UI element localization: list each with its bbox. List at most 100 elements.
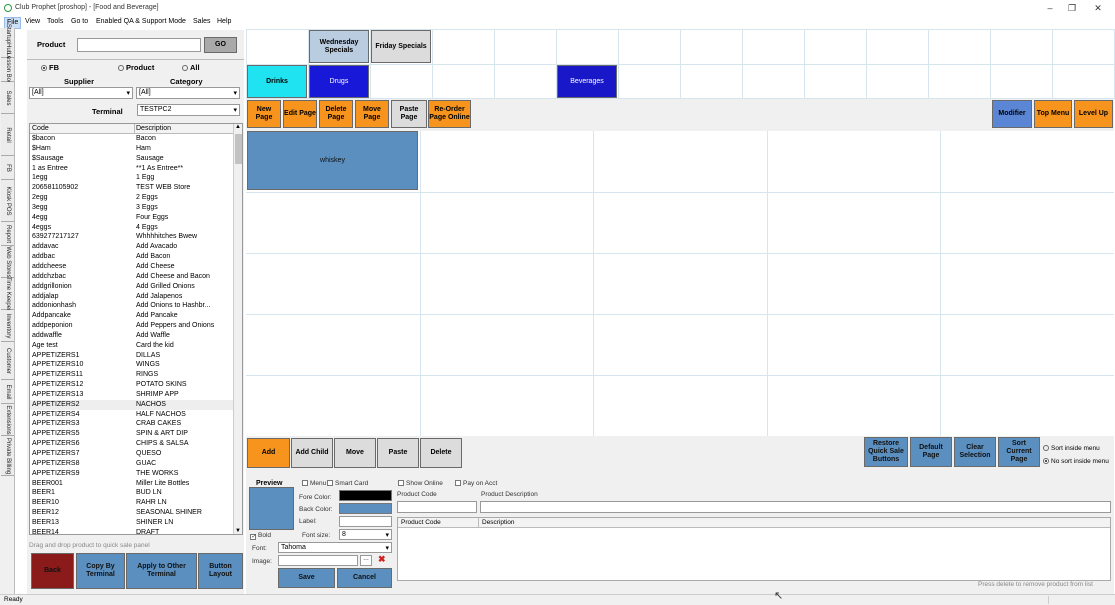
back-button[interactable]: Back <box>31 553 74 589</box>
delete-button[interactable]: Delete <box>420 438 462 468</box>
apply-other-terminal-button[interactable]: Apply to Other Terminal <box>126 553 197 589</box>
list-item[interactable]: APPETIZERS13 SHRIMP APP <box>30 390 234 400</box>
list-item[interactable]: $Sausage Sausage <box>30 154 234 164</box>
grid-desc-header[interactable]: Description <box>482 519 515 526</box>
menu-checkbox[interactable]: Menu <box>302 480 326 487</box>
list-item[interactable]: 2egg 2 Eggs <box>30 193 234 203</box>
list-item[interactable]: addchzbac Add Cheese and Bacon <box>30 272 234 282</box>
browse-icon[interactable]: … <box>360 555 372 566</box>
side-tab-inventory[interactable]: Inventory <box>1 310 14 342</box>
list-item[interactable]: $Ham Ham <box>30 144 234 154</box>
show-online-checkbox[interactable]: Show Online <box>398 480 443 487</box>
menu-tools[interactable]: Tools <box>45 17 65 27</box>
list-item[interactable]: APPETIZERS3 CRAB CAKES <box>30 419 234 429</box>
font-select[interactable]: Tahoma <box>278 542 392 554</box>
label-input[interactable] <box>339 516 392 527</box>
list-item[interactable]: 1 as Entree **1 As Entree** <box>30 164 234 174</box>
list-item[interactable]: 4egg Four Eggs <box>30 213 234 223</box>
list-item[interactable]: BEER12 SEASONAL SHINER <box>30 508 234 518</box>
list-item[interactable]: addpeponion Add Peppers and Onions <box>30 321 234 331</box>
menu-goto[interactable]: Go to <box>69 17 90 27</box>
radio-product[interactable]: Product <box>118 63 154 72</box>
list-item[interactable]: APPETIZERS4 HALF NACHOS <box>30 410 234 420</box>
drugs-button[interactable]: Drugs <box>309 65 369 98</box>
clear-selection-button[interactable]: Clear Selection <box>954 437 996 467</box>
side-tab-kiosk-pos[interactable]: Kiosk POS <box>1 180 14 222</box>
radio-no-sort[interactable]: No sort inside menu <box>1043 458 1109 465</box>
side-tab-extensions[interactable]: Extensions <box>1 404 14 436</box>
new-page-button[interactable]: New Page <box>247 100 281 128</box>
list-item[interactable]: APPETIZERS12 POTATO SKINS <box>30 380 234 390</box>
scroll-thumb[interactable] <box>235 134 242 164</box>
list-item[interactable]: APPETIZERS9 THE WORKS <box>30 469 234 479</box>
radio-sort-inside[interactable]: Sort inside menu <box>1043 445 1100 452</box>
bold-checkbox[interactable]: ✓ Bold <box>250 532 271 540</box>
product-list[interactable]: Code Description $bacon Bacon $Ham Ham $Saus… <box>29 123 243 535</box>
product-search-input[interactable] <box>77 38 201 52</box>
list-item[interactable]: BEER001 Miller Lite Bottles <box>30 479 234 489</box>
fore-color-swatch[interactable] <box>339 490 392 501</box>
product-code-input[interactable] <box>397 501 477 513</box>
pay-on-acct-checkbox[interactable]: Pay on Acct <box>455 480 497 487</box>
category-select[interactable]: [All] <box>136 87 240 99</box>
add-child-button[interactable]: Add Child <box>291 438 333 468</box>
copy-by-terminal-button[interactable]: Copy By Terminal <box>76 553 125 589</box>
add-button[interactable]: Add <box>247 438 290 468</box>
move-page-button[interactable]: Move Page <box>355 100 389 128</box>
list-item[interactable]: APPETIZERS10 WINGS <box>30 360 234 370</box>
side-tab-retail[interactable]: Retail <box>1 114 14 156</box>
side-tab-private-billing[interactable]: Private Billing <box>1 436 14 476</box>
list-item[interactable]: Addpancake Add Pancake <box>30 311 234 321</box>
wednesday-specials-button[interactable]: Wednesday Specials <box>309 30 369 63</box>
list-item[interactable]: BEER1 BUD LN <box>30 488 234 498</box>
side-tab-lesson-book[interactable]: Lesson Book <box>1 52 14 87</box>
list-item[interactable]: $bacon Bacon <box>30 134 234 144</box>
side-tab-email[interactable]: Email <box>1 380 14 404</box>
reorder-page-online-button[interactable]: Re-Order Page Online <box>428 100 471 128</box>
list-item[interactable]: 639277217127 Whhhhitches Bwew <box>30 232 234 242</box>
list-item[interactable]: APPETIZERS1 DILLAS <box>30 351 234 361</box>
list-item[interactable]: APPETIZERS2 NACHOS <box>30 399 234 410</box>
list-item[interactable]: APPETIZERS5 SPIN & ART DIP <box>30 429 234 439</box>
list-item[interactable]: 3egg 3 Eggs <box>30 203 234 213</box>
image-input[interactable] <box>278 555 358 566</box>
list-item[interactable]: addjalap Add Jalapenos <box>30 292 234 302</box>
list-item[interactable]: APPETIZERS7 QUESO <box>30 449 234 459</box>
grid-code-header[interactable]: Product Code <box>401 519 441 526</box>
list-item[interactable]: BEER13 SHINER LN <box>30 518 234 528</box>
minimize-icon[interactable]: – <box>1040 2 1060 14</box>
list-item[interactable]: addwaffle Add Waffle <box>30 331 234 341</box>
menu-help[interactable]: Help <box>215 17 233 27</box>
scroll-down-icon[interactable]: ▼ <box>235 528 241 534</box>
button-layout-button[interactable]: Button Layout <box>198 553 243 589</box>
font-size-select[interactable]: 8 <box>339 529 392 541</box>
list-item[interactable]: APPETIZERS8 GUAC <box>30 459 234 469</box>
go-button[interactable]: GO <box>204 37 237 53</box>
restore-icon[interactable]: ❐ <box>1062 2 1082 14</box>
list-item[interactable]: 206581105902 TEST WEB Store <box>30 183 234 193</box>
list-item[interactable]: APPETIZERS6 CHIPS & SALSA <box>30 439 234 449</box>
back-color-swatch[interactable] <box>339 503 392 514</box>
restore-quick-sale-button[interactable]: Restore Quick Sale Buttons <box>864 437 908 467</box>
list-scrollbar[interactable]: ▲ ▼ <box>233 124 242 534</box>
list-item[interactable]: addbac Add Bacon <box>30 252 234 262</box>
side-tab-fb[interactable]: FB <box>1 156 14 180</box>
beverages-button[interactable]: Beverages <box>557 65 617 98</box>
col-desc-header[interactable]: Description <box>136 124 171 134</box>
move-button[interactable]: Move <box>334 438 376 468</box>
list-item[interactable]: 4eggs 4 Eggs <box>30 223 234 233</box>
menu-qa-mode[interactable]: Enabled QA & Support Mode <box>94 17 188 27</box>
list-item[interactable]: addonionhash Add Onions to Hashbr... <box>30 301 234 311</box>
menu-view[interactable]: View <box>23 17 42 27</box>
modifier-button[interactable]: Modifier <box>992 100 1032 128</box>
whiskey-button[interactable]: whiskey <box>247 131 418 190</box>
paste-button[interactable]: Paste <box>377 438 419 468</box>
list-item[interactable]: APPETIZERS11 RINGS <box>30 370 234 380</box>
paste-page-button[interactable]: Paste Page <box>391 100 427 128</box>
list-item[interactable]: addgrillonion Add Grilled Onions <box>30 282 234 292</box>
side-tab-report[interactable]: Report <box>1 222 14 246</box>
radio-fb[interactable]: FB <box>41 63 59 72</box>
drinks-button[interactable]: Drinks <box>247 65 307 98</box>
list-item[interactable]: Age test Card the kid <box>30 341 234 351</box>
close-icon[interactable]: ✕ <box>1088 2 1108 14</box>
